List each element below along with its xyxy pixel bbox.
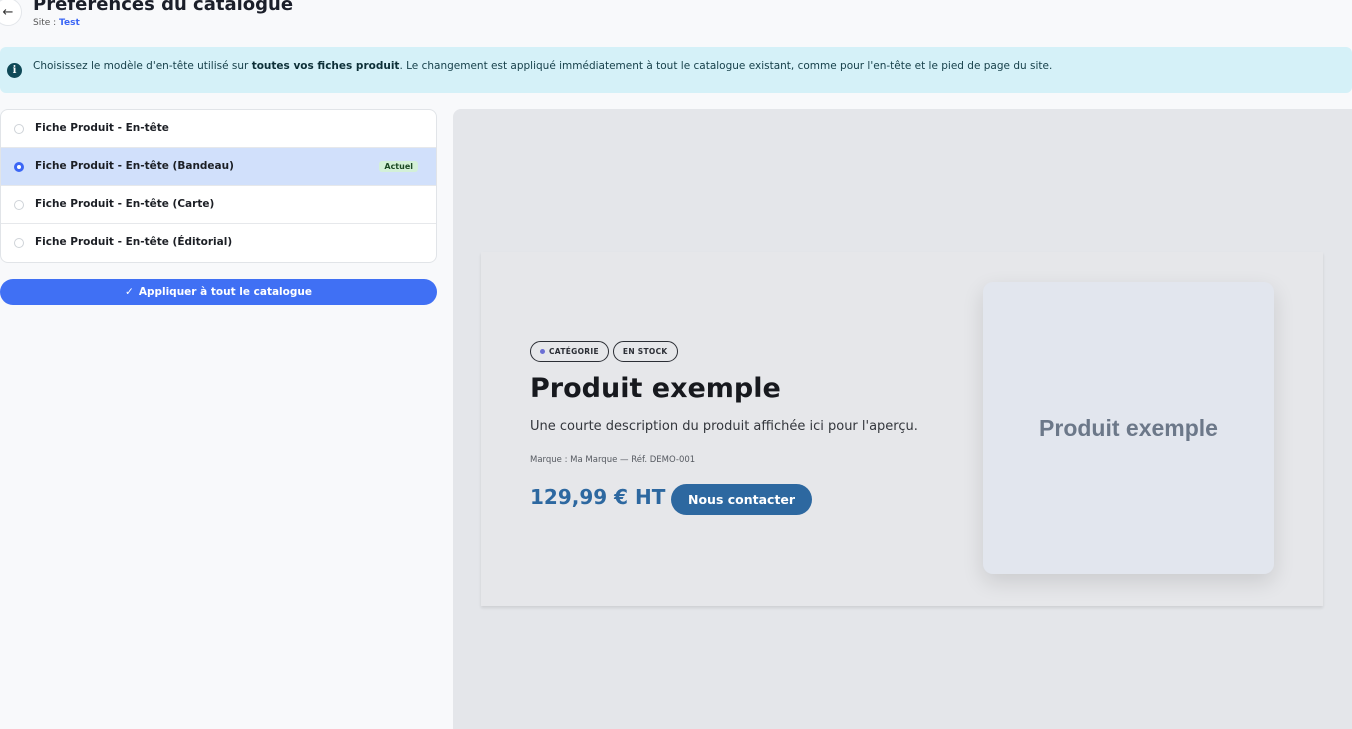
product-image-label: Produit exemple <box>1039 414 1218 441</box>
template-option-carte[interactable]: Fiche Produit - En-tête (Carte) <box>1 186 436 224</box>
product-title: Produit exemple <box>530 373 781 404</box>
product-image-placeholder: Produit exemple <box>983 282 1274 574</box>
product-header-preview: CATÉGORIE EN STOCK Produit exemple Une c… <box>481 252 1323 606</box>
info-icon: i <box>7 63 22 78</box>
arrow-left-icon: ← <box>2 4 14 20</box>
template-label: Fiche Produit - En-tête <box>35 122 169 134</box>
radio-button[interactable] <box>14 124 24 134</box>
check-icon: ✓ <box>125 286 134 298</box>
info-banner: i Choisissez le modèle d'en-tête utilisé… <box>0 47 1352 93</box>
preview-pane: CATÉGORIE EN STOCK Produit exemple Une c… <box>453 109 1352 729</box>
site-line: Site : Test <box>33 18 80 28</box>
contact-button[interactable]: Nous contacter <box>671 484 813 515</box>
dot-icon <box>540 349 545 354</box>
info-text: Choisissez le modèle d'en-tête utilisé s… <box>33 60 1052 72</box>
template-option-bandeau[interactable]: Fiche Produit - En-tête (Bandeau) Actuel <box>1 148 436 186</box>
product-meta: Marque : Ma Marque — Réf. DEMO-001 <box>530 455 696 465</box>
template-option-en-tete[interactable]: Fiche Produit - En-tête <box>1 110 436 148</box>
page-header: ← Préférences du catalogue Site : Test <box>0 0 1352 40</box>
site-prefix: Site : <box>33 18 60 28</box>
radio-button[interactable] <box>14 238 24 248</box>
info-text-part: . Le changement est appliqué immédiateme… <box>399 60 1053 72</box>
template-option-editorial[interactable]: Fiche Produit - En-tête (Éditorial) <box>1 224 436 262</box>
category-pill: CATÉGORIE <box>530 341 609 362</box>
stock-pill-label: EN STOCK <box>622 347 668 356</box>
template-list: Fiche Produit - En-tête Fiche Produit - … <box>0 109 437 263</box>
current-badge: Actuel <box>379 161 418 172</box>
radio-button-checked[interactable] <box>14 162 24 172</box>
template-label: Fiche Produit - En-tête (Éditorial) <box>35 236 233 248</box>
stock-pill: EN STOCK <box>612 341 678 362</box>
apply-to-catalogue-button[interactable]: ✓ Appliquer à tout le catalogue <box>0 279 437 305</box>
page-title: Préférences du catalogue <box>33 0 294 15</box>
product-price: 129,99 € HT <box>530 485 666 509</box>
apply-button-label: Appliquer à tout le catalogue <box>138 286 312 298</box>
site-name-link[interactable]: Test <box>59 18 80 28</box>
info-text-bold: toutes vos fiches produit <box>251 60 400 72</box>
product-description: Une courte description du produit affich… <box>530 419 918 434</box>
info-text-part: Choisissez le modèle d'en-tête utilisé s… <box>33 60 252 72</box>
category-pill-label: CATÉGORIE <box>549 347 599 356</box>
template-label: Fiche Produit - En-tête (Bandeau) <box>35 160 234 172</box>
radio-button[interactable] <box>14 200 24 210</box>
pill-group: CATÉGORIE EN STOCK <box>530 341 678 362</box>
back-button[interactable]: ← <box>0 0 22 26</box>
template-label: Fiche Produit - En-tête (Carte) <box>35 198 215 210</box>
